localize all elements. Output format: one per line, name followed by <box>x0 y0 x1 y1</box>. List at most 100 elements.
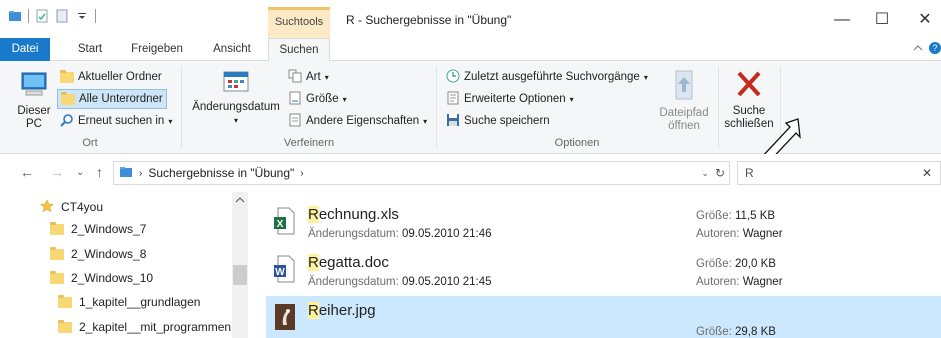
meta-value: 20,0 KB <box>735 258 776 270</box>
recent-locations-chevron-icon[interactable]: ⌄ <box>76 167 84 178</box>
search-input[interactable]: R <box>745 166 922 180</box>
meta-value: Wagner <box>742 228 783 240</box>
list-item[interactable]: W Regatta.doc Änderungsdatum: 09.05.2010… <box>266 248 941 294</box>
folder-icon <box>58 294 72 308</box>
properties-icon[interactable] <box>35 9 49 23</box>
meta-label: Änderungsdatum: <box>308 276 399 288</box>
collapse-ribbon-icon[interactable] <box>913 43 923 56</box>
new-folder-icon[interactable] <box>55 9 69 23</box>
dropdown-arrow-icon: ▾ <box>643 72 648 82</box>
file-name[interactable]: Rechnung.xls <box>308 206 399 223</box>
file-name[interactable]: Reiher.jpg <box>308 302 376 319</box>
date-modified-meta: Änderungsdatum: 09.05.2010 21:45 <box>308 276 492 288</box>
back-arrow-icon[interactable]: ← <box>20 164 34 180</box>
tree-item-folder[interactable]: 2_Windows_8 <box>50 243 146 265</box>
separator <box>95 9 96 23</box>
save-search-button[interactable]: Suche speichern <box>446 111 550 131</box>
this-pc-label-1: Dieser <box>17 105 51 117</box>
tab-start[interactable]: Start <box>66 38 114 61</box>
meta-label: Größe: <box>696 210 732 222</box>
tab-file[interactable]: Datei <box>0 38 50 61</box>
help-icon[interactable]: ? <box>929 42 941 57</box>
minimize-button[interactable]: — <box>822 8 862 32</box>
open-location-icon <box>671 69 697 105</box>
tree-item-folder[interactable]: 2_Windows_10 <box>50 267 153 289</box>
excel-file-icon: X <box>274 207 296 235</box>
folder-icon <box>50 246 64 260</box>
search-again-label: Erneut suchen in <box>78 115 165 127</box>
size-button[interactable]: Größe ▾ <box>288 89 347 109</box>
search-box[interactable]: R ✕ <box>737 161 941 185</box>
list-item-selected[interactable]: Reiher.jpg Größe: 29,8 KB <box>266 296 941 338</box>
scroll-up-icon[interactable] <box>235 196 245 206</box>
svg-text:W: W <box>275 267 285 278</box>
open-location-label-1: Dateipfad <box>659 107 709 119</box>
dropdown-arrow-icon: ▾ <box>233 116 238 125</box>
other-properties-button[interactable]: Andere Eigenschaften ▾ <box>288 111 427 131</box>
group-label-location: Ort <box>82 137 98 149</box>
size-icon <box>288 91 302 108</box>
size-meta: Größe: 11,5 KB <box>696 210 775 222</box>
star-icon <box>40 198 54 216</box>
search-highlight: R <box>308 302 319 319</box>
breadcrumb-path[interactable]: Suchergebnisse in "Übung" <box>148 166 294 180</box>
search-again-in-button[interactable]: Erneut suchen in ▾ <box>60 111 172 131</box>
file-name[interactable]: Regatta.doc <box>308 254 389 271</box>
address-bar[interactable]: › Suchergebnisse in "Übung" › ⌄ ↻ <box>113 161 730 185</box>
recent-searches-button[interactable]: Zuletzt ausgeführte Suchvorgänge ▾ <box>446 67 648 87</box>
scrollbar-thumb[interactable] <box>233 265 247 285</box>
list-item[interactable]: X Rechnung.xls Änderungsdatum: 09.05.201… <box>266 200 941 246</box>
all-subfolders-button[interactable]: Alle Unterordner <box>57 89 167 109</box>
tree-item-label: CT4you <box>61 200 104 214</box>
this-pc-label-2: PC <box>26 118 42 130</box>
close-red-x-icon <box>735 69 763 103</box>
advanced-options-button[interactable]: Erweiterte Optionen ▾ <box>446 89 574 109</box>
tab-search[interactable]: Suchen <box>268 38 330 62</box>
meta-value: 09.05.2010 21:45 <box>402 276 492 288</box>
file-name-rest: eiher.jpg <box>318 302 376 319</box>
file-name-rest: egatta.doc <box>318 254 389 271</box>
clear-search-icon[interactable]: ✕ <box>922 166 932 180</box>
tree-item-folder[interactable]: 1_kapitel__grundlagen <box>58 291 200 313</box>
close-window-button[interactable]: ✕ <box>905 8 941 32</box>
current-folder-button[interactable]: Aktueller Ordner <box>60 67 162 87</box>
explorer-icon[interactable] <box>8 9 22 23</box>
tree-item-folder[interactable]: 2_Windows_7 <box>50 218 146 240</box>
dropdown-arrow-icon: ▾ <box>423 116 428 126</box>
meta-label: Größe: <box>696 326 732 338</box>
open-location-label-2: öffnen <box>668 120 700 132</box>
subfolders-icon <box>61 91 75 105</box>
tab-view[interactable]: Ansicht <box>203 38 261 61</box>
title-bar: Suchtools R - Suchergebnisse in "Übung" … <box>0 0 941 40</box>
folder-icon <box>58 319 72 333</box>
address-dropdown-icon[interactable]: ⌄ <box>701 168 709 179</box>
dropdown-arrow-icon: ▾ <box>342 94 347 104</box>
customize-qat-icon[interactable] <box>75 9 89 23</box>
other-properties-label: Andere Eigenschaften <box>306 115 420 127</box>
window-title: R - Suchergebnisse in "Übung" <box>346 13 512 27</box>
maximize-button[interactable]: ☐ <box>862 8 902 32</box>
refresh-icon[interactable]: ↻ <box>715 166 725 180</box>
date-modified-label: Änderungsdatum <box>192 101 280 113</box>
tab-share[interactable]: Freigeben <box>124 38 190 61</box>
this-pc-button[interactable]: Dieser PC <box>14 67 54 131</box>
open-file-location-button[interactable]: Dateipfad öffnen <box>652 69 716 133</box>
dropdown-arrow-icon: ▾ <box>324 72 329 82</box>
kind-button[interactable]: Art ▾ <box>288 67 329 87</box>
meta-label: Größe: <box>696 258 732 270</box>
size-meta: Größe: 29,8 KB <box>696 326 776 338</box>
date-modified-button[interactable]: Änderungsdatum ▾ <box>189 69 283 127</box>
tree-item-folder[interactable]: 2_kapitel__mit_programmen <box>58 316 231 338</box>
up-arrow-icon[interactable]: ↑ <box>96 164 103 180</box>
recent-searches-icon <box>446 69 460 86</box>
navigation-scrollbar[interactable] <box>232 192 248 338</box>
size-meta: Größe: 20,0 KB <box>696 258 776 270</box>
current-folder-label: Aktueller Ordner <box>78 71 162 83</box>
forward-arrow-icon[interactable]: → <box>50 164 64 180</box>
tree-item-favorite[interactable]: CT4you <box>40 196 103 218</box>
meta-label: Autoren: <box>696 276 740 288</box>
meta-label: Änderungsdatum: <box>308 228 399 240</box>
recent-searches-label: Zuletzt ausgeführte Suchvorgänge <box>464 71 640 83</box>
authors-meta: Autoren: Wagner <box>696 276 783 288</box>
size-label: Größe <box>306 93 339 105</box>
